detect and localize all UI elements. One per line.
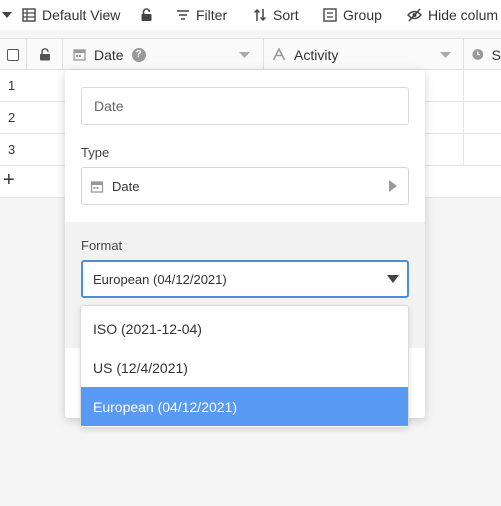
default-view-label: Default View — [42, 7, 121, 23]
filter-button[interactable]: Filter — [176, 0, 227, 30]
eye-slash-icon — [407, 8, 422, 22]
column-header-third[interactable]: S — [464, 39, 501, 70]
column-header-third-label: S — [491, 46, 501, 63]
lock-view-button[interactable] — [140, 0, 153, 30]
add-row-button[interactable]: + — [3, 169, 15, 191]
cell-divider — [463, 134, 464, 166]
column-menu-caret-icon[interactable] — [440, 51, 451, 59]
format-label: Format — [81, 238, 123, 253]
caret-down-icon — [2, 12, 12, 18]
format-option-iso[interactable]: ISO (2021-12-04) — [81, 309, 408, 348]
row-number: 3 — [8, 142, 16, 157]
lock-open-icon — [39, 48, 50, 61]
help-icon[interactable]: ? — [131, 47, 146, 62]
column-header-date[interactable]: Date ? — [63, 39, 264, 70]
type-select[interactable]: Date — [81, 167, 409, 205]
cell-divider — [463, 102, 464, 134]
format-option-label: ISO (2021-12-04) — [93, 320, 202, 337]
hide-columns-button[interactable]: Hide colum — [407, 0, 498, 30]
format-option-label: US (12/4/2021) — [93, 359, 188, 376]
grid-header: Date ? Activity S — [0, 38, 501, 70]
default-view-button[interactable]: Default View — [22, 0, 120, 30]
select-all-checkbox[interactable] — [7, 48, 19, 61]
column-name-input[interactable]: Date — [81, 87, 409, 125]
sort-label: Sort — [273, 7, 299, 23]
type-select-value: Date — [112, 178, 140, 194]
format-select[interactable]: European (04/12/2021) — [81, 260, 409, 298]
table-icon — [22, 8, 36, 22]
view-menu-caret[interactable] — [2, 0, 12, 30]
column-menu-caret-icon[interactable] — [239, 51, 250, 59]
calendar-icon — [73, 49, 86, 61]
chevron-right-icon — [389, 180, 397, 192]
toolbar: Default View Filter Sort Group Hide colu… — [0, 0, 501, 30]
group-button[interactable]: Group — [323, 0, 382, 30]
clock-icon — [472, 49, 484, 60]
cell-divider — [463, 70, 464, 102]
caret-down-icon — [387, 275, 399, 283]
format-select-value: European (04/12/2021) — [93, 271, 227, 287]
format-dropdown-list: ISO (2021-12-04) US (12/4/2021) European… — [80, 305, 409, 428]
lock-column-cell[interactable] — [27, 39, 63, 70]
filter-icon — [177, 10, 189, 20]
group-icon — [323, 8, 337, 22]
row-number: 1 — [8, 78, 16, 93]
format-option-european[interactable]: European (04/12/2021) — [81, 387, 408, 426]
calendar-icon — [90, 180, 104, 193]
column-header-activity-label: Activity — [294, 46, 339, 63]
text-type-icon — [272, 48, 286, 61]
type-label: Type — [81, 145, 110, 160]
filter-label: Filter — [196, 7, 228, 23]
select-all-checkbox-cell[interactable] — [0, 39, 27, 70]
sort-icon — [253, 8, 267, 22]
format-option-us[interactable]: US (12/4/2021) — [81, 348, 408, 387]
sort-button[interactable]: Sort — [253, 0, 299, 30]
row-number: 2 — [8, 110, 16, 125]
format-option-label: European (04/12/2021) — [93, 398, 237, 415]
group-label: Group — [343, 7, 382, 23]
lock-icon — [141, 8, 152, 21]
column-header-activity[interactable]: Activity — [264, 39, 464, 70]
column-header-date-label: Date — [94, 46, 124, 63]
hide-columns-label: Hide colum — [428, 7, 499, 23]
